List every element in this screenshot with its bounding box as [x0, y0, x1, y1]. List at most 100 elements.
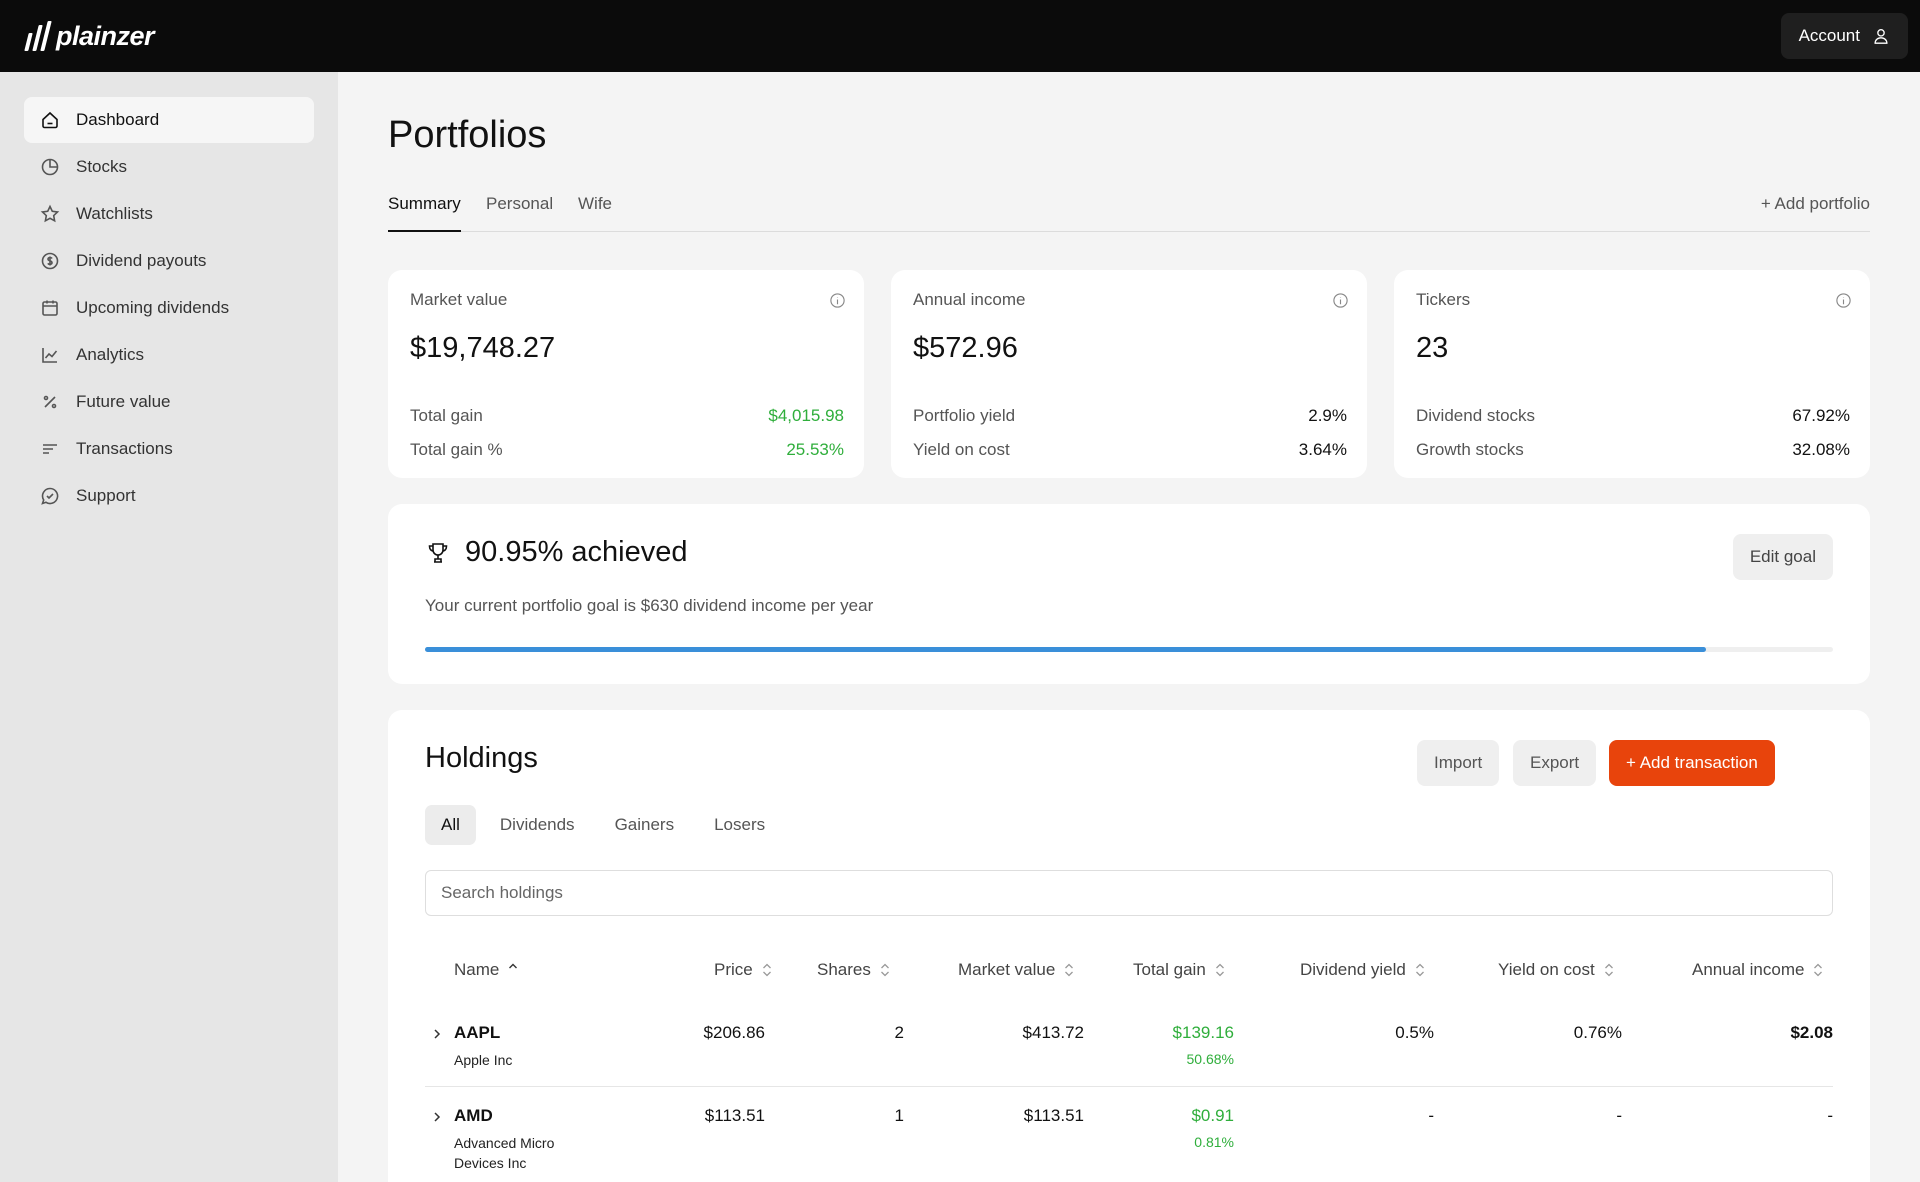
row-dividend-yield: 0.5%: [1395, 1023, 1434, 1042]
goal-progress-bar: [425, 647, 1833, 652]
column-header-price[interactable]: Price: [714, 960, 773, 980]
sidebar-item-label: Upcoming dividends: [76, 298, 230, 317]
percent-icon: [43, 395, 57, 409]
stat-row-value: 32.08%: [1792, 440, 1850, 459]
card-value: $572.96: [913, 332, 1018, 364]
holdings-filters: All Dividends Gainers Losers: [425, 805, 781, 845]
filter-gainers[interactable]: Gainers: [599, 805, 691, 845]
row-price: $206.86: [703, 1023, 765, 1042]
sidebar-item-label: Dashboard: [76, 110, 160, 129]
column-header-label: Annual income: [1692, 960, 1805, 979]
sort-asc-icon: [509, 963, 518, 969]
column-header-market-value[interactable]: Market value: [958, 960, 1075, 980]
sidebar-item-label: Dividend payouts: [76, 251, 207, 270]
filter-dividends[interactable]: Dividends: [484, 805, 591, 845]
pie-chart-icon: [41, 158, 59, 176]
sidebar-item-label: Transactions: [76, 439, 173, 458]
card-label: Tickers: [1416, 290, 1471, 309]
calendar-icon: [42, 300, 58, 316]
row-ticker[interactable]: AMD: [454, 1106, 493, 1126]
info-icon[interactable]: [1332, 292, 1349, 309]
column-header-total-gain[interactable]: Total gain: [1133, 960, 1226, 980]
star-icon: [40, 204, 60, 223]
add-portfolio-link[interactable]: + Add portfolio: [1761, 186, 1870, 222]
sort-icon: [1415, 963, 1424, 977]
info-icon[interactable]: [829, 292, 846, 309]
holdings-title: Holdings: [425, 742, 538, 774]
tab-personal[interactable]: Personal: [486, 186, 553, 232]
sort-icon: [762, 963, 771, 977]
row-total-gain: $0.91: [1191, 1106, 1234, 1125]
import-button[interactable]: Import: [1417, 740, 1500, 786]
sort-icon: [1215, 963, 1224, 977]
sidebar: Dashboard Stocks Watchlists Dividend pay…: [0, 72, 338, 1182]
top-bar: plainzer Account: [0, 0, 1920, 72]
stat-row: Growth stocks 32.08%: [1416, 440, 1850, 460]
holdings-card: Holdings Import Export + Add transaction…: [388, 710, 1870, 1182]
column-header-annual-income[interactable]: Annual income: [1692, 960, 1824, 980]
goal-title-text: 90.95% achieved: [465, 536, 688, 568]
column-header-yield-on-cost[interactable]: Yield on cost: [1498, 960, 1615, 980]
column-header-label: Name: [454, 960, 500, 979]
user-icon: [1874, 29, 1888, 44]
column-header-label: Market value: [958, 960, 1056, 979]
page-title: Portfolios: [388, 114, 547, 156]
goal-title: 90.95% achieved: [425, 536, 688, 569]
add-transaction-button[interactable]: + Add transaction: [1609, 740, 1775, 786]
row-divider: [425, 1086, 1833, 1087]
filter-all[interactable]: All: [425, 805, 476, 845]
sidebar-item-stocks[interactable]: Stocks: [24, 144, 314, 190]
logo-mark-icon: [24, 21, 52, 51]
trophy-icon: [428, 542, 448, 563]
row-yield-on-cost: 0.76%: [1573, 1023, 1622, 1042]
account-button[interactable]: Account: [1780, 13, 1908, 59]
stat-row-value: 3.64%: [1298, 440, 1347, 459]
row-annual-income: -: [1827, 1106, 1833, 1125]
sort-icon: [880, 963, 889, 977]
column-header-dividend-yield[interactable]: Dividend yield: [1300, 960, 1426, 980]
sidebar-item-label: Stocks: [76, 157, 128, 176]
sidebar-item-dashboard[interactable]: Dashboard: [24, 97, 314, 143]
sidebar-item-dividend-payouts[interactable]: Dividend payouts: [24, 238, 314, 284]
export-button[interactable]: Export: [1513, 740, 1597, 786]
stat-row-value: 25.53%: [786, 440, 844, 459]
row-dividend-yield: -: [1428, 1106, 1434, 1125]
goal-card: 90.95% achieved Edit goal Your current p…: [388, 504, 1870, 684]
sidebar-item-upcoming-dividends[interactable]: Upcoming dividends: [24, 285, 314, 331]
sidebar-item-label: Future value: [76, 392, 171, 411]
filter-losers[interactable]: Losers: [698, 805, 781, 845]
row-ticker[interactable]: AAPL: [454, 1023, 500, 1043]
row-shares: 2: [894, 1023, 904, 1042]
goal-progress-fill: [425, 647, 1706, 652]
column-header-shares[interactable]: Shares: [817, 960, 891, 980]
stat-row-value: $4,015.98: [768, 406, 844, 425]
tab-wife[interactable]: Wife: [578, 186, 612, 232]
brand-logo[interactable]: plainzer: [24, 21, 155, 52]
sidebar-item-label: Support: [76, 486, 136, 505]
chat-check-icon: [41, 487, 59, 505]
sidebar-item-watchlists[interactable]: Watchlists: [24, 191, 314, 237]
column-header-name[interactable]: Name: [454, 960, 519, 980]
sort-icon: [1814, 963, 1823, 977]
edit-goal-button[interactable]: Edit goal: [1732, 534, 1833, 580]
dollar-circle-icon: [41, 252, 59, 270]
sidebar-item-transactions[interactable]: Transactions: [24, 426, 314, 472]
expand-row-chevron-icon[interactable]: [430, 1027, 444, 1041]
row-shares: 1: [894, 1106, 904, 1125]
card-label: Annual income: [913, 290, 1026, 309]
sidebar-item-support[interactable]: Support: [24, 473, 314, 519]
search-holdings-input[interactable]: [425, 870, 1833, 916]
info-icon[interactable]: [1835, 292, 1852, 309]
sidebar-item-future-value[interactable]: Future value: [24, 379, 314, 425]
stat-row-label: Portfolio yield: [913, 406, 1016, 425]
stat-row-label: Yield on cost: [913, 440, 1010, 459]
row-price: $113.51: [704, 1106, 765, 1125]
row-total-gain-pct: 50.68%: [1186, 1051, 1234, 1067]
lines-icon: [43, 444, 57, 454]
card-label: Market value: [410, 290, 508, 309]
sidebar-item-analytics[interactable]: Analytics: [24, 332, 314, 378]
expand-row-chevron-icon[interactable]: [430, 1110, 444, 1124]
tab-summary[interactable]: Summary: [388, 186, 461, 232]
row-market-value: $413.72: [1022, 1023, 1084, 1042]
card-value: 23: [1416, 332, 1449, 364]
